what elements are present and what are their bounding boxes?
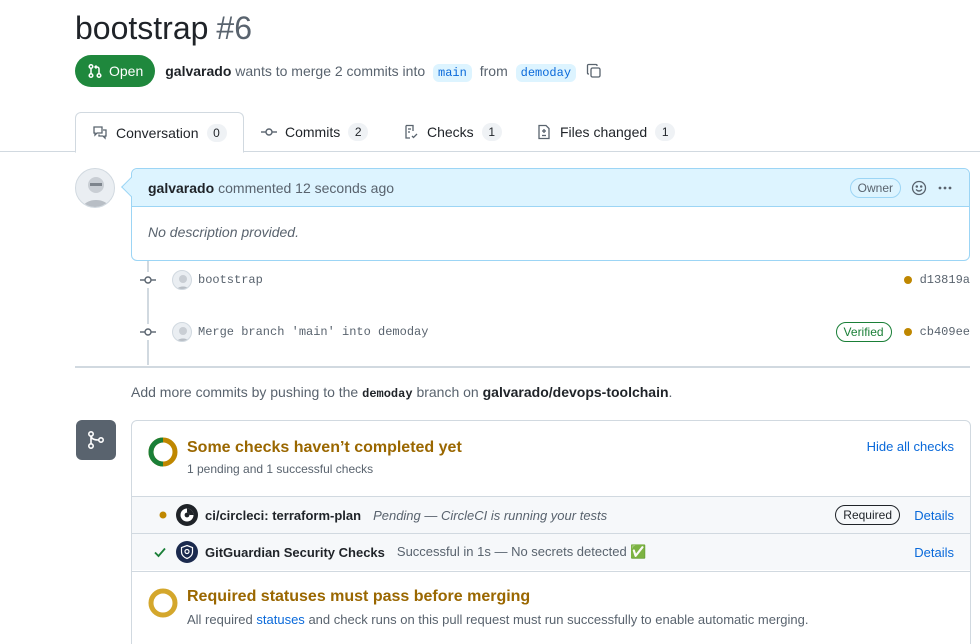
file-diff-icon [538,124,550,140]
details-link[interactable]: Details [900,508,970,523]
required-statuses: Required statuses must pass before mergi… [132,571,970,644]
commit-sha[interactable]: cb409ee [920,325,970,339]
tab-counter: 1 [655,123,676,141]
required-badge: Required [835,505,900,525]
git-merge-icon [76,420,116,460]
check-row: GitGuardian Security Checks Successful i… [132,533,970,570]
hint-repo[interactable]: galvarado/devops-toolchain [483,384,669,400]
pr-number: #6 [216,10,253,46]
state-label: Open [109,63,144,79]
pr-tabs: Conversation 0 Commits 2 Checks 1 Files … [0,112,980,153]
hint-middle: branch on [416,384,479,400]
tab-label: Commits [285,124,341,140]
check-description: Successful in 1s — No secrets detected ✅ [396,544,647,559]
avatar[interactable] [75,168,115,208]
verified-badge[interactable]: Verified [835,322,892,342]
git-pull-request-icon [88,63,102,79]
tab-counter: 1 [481,123,502,141]
commit-row: Merge branch 'main' into demoday Verifie… [140,320,970,344]
tab-label: Files changed [560,124,648,140]
pending-status-dot[interactable] [903,328,912,336]
commit-meta: d13819a [903,273,970,287]
commit-message[interactable]: bootstrap [198,273,263,287]
merge-box: Some checks haven’t completed yet 1 pend… [131,420,971,644]
pr-author-link[interactable]: galvarado [165,63,231,79]
avatar[interactable] [172,322,192,342]
kebab-horizontal-icon[interactable] [937,180,953,196]
tab-commits[interactable]: Commits 2 [245,112,384,152]
avatar[interactable] [172,270,192,290]
comment-author[interactable]: galvarado [148,180,214,196]
state-badge: Open [75,55,156,87]
tab-conversation[interactable]: Conversation 0 [75,112,244,153]
pr-meta: Open galvarado wants to merge 2 commits … [75,55,602,87]
copy-icon[interactable] [586,63,602,79]
tab-label: Conversation [116,124,199,141]
base-branch[interactable]: main [433,63,472,82]
required-title: Required statuses must pass before mergi… [187,588,531,605]
from-text: from [479,62,508,79]
page-title: bootstrap #6 [75,8,252,48]
merge-description: galvarado wants to merge 2 commits into … [165,62,580,82]
git-commit-icon [140,324,156,340]
details-link[interactable]: Details [900,545,970,560]
commit-message[interactable]: Merge branch 'main' into demoday [198,325,428,339]
check-name: GitGuardian Security Checks [205,544,385,560]
merge-text: wants to merge 2 commits into [235,62,426,79]
comment-discussion-icon [93,125,107,140]
pending-status-dot[interactable] [903,276,912,284]
tab-label: Checks [427,124,474,140]
owner-badge: Owner [849,177,901,198]
hint-suffix: . [668,384,673,400]
tab-files-changed[interactable]: Files changed 1 [520,112,691,152]
commit-row: bootstrap d13819a [140,268,970,292]
checklist-icon [405,124,418,139]
check-description: Pending — CircleCI is running your tests [373,507,608,523]
progress-ring-icon [148,437,178,470]
comment-box: galvarado commented 12 seconds ago Owner… [121,168,970,261]
tab-counter: 0 [206,123,227,142]
checks-summary: Some checks haven’t completed yet 1 pend… [132,421,970,496]
gitguardian-icon [176,541,198,563]
pending-status-dot [132,511,176,519]
comment-body: No description provided. [148,224,299,240]
comment-header: galvarado commented 12 seconds ago Owner [132,169,969,207]
comment-timestamp: commented 12 seconds ago [218,179,395,196]
check-name: ci/circleci: terraform-plan [205,507,362,523]
pr-title-text: bootstrap [75,10,209,46]
smiley-icon[interactable] [911,180,927,196]
tab-counter: 2 [348,123,369,141]
checks-subtitle: 1 pending and 1 successful checks [187,462,374,476]
hide-checks-link[interactable]: Hide all checks [867,439,954,454]
git-commit-icon [140,272,156,288]
hint-branch: demoday [362,387,413,401]
statuses-link[interactable]: statuses [256,612,304,627]
required-sub-prefix: All required [187,612,253,627]
commit-sha[interactable]: d13819a [920,273,970,287]
head-branch[interactable]: demoday [515,63,577,82]
required-subtitle: All required statuses and check runs on … [187,612,808,627]
required-sub-suffix: and check runs on this pull request must… [308,612,809,627]
check-icon [132,545,176,559]
circleci-icon [176,504,198,526]
check-row: ci/circleci: terraform-plan Pending — Ci… [132,496,970,533]
checks-title: Some checks haven’t completed yet [187,439,462,456]
git-commit-icon [261,128,277,136]
push-hint: Add more commits by pushing to the demod… [131,384,672,401]
pending-ring-icon [148,588,178,621]
tab-checks[interactable]: Checks 1 [387,112,518,152]
hint-prefix: Add more commits by pushing to the [131,384,359,400]
timeline-divider [75,366,970,368]
commit-meta: Verified cb409ee [835,322,970,342]
